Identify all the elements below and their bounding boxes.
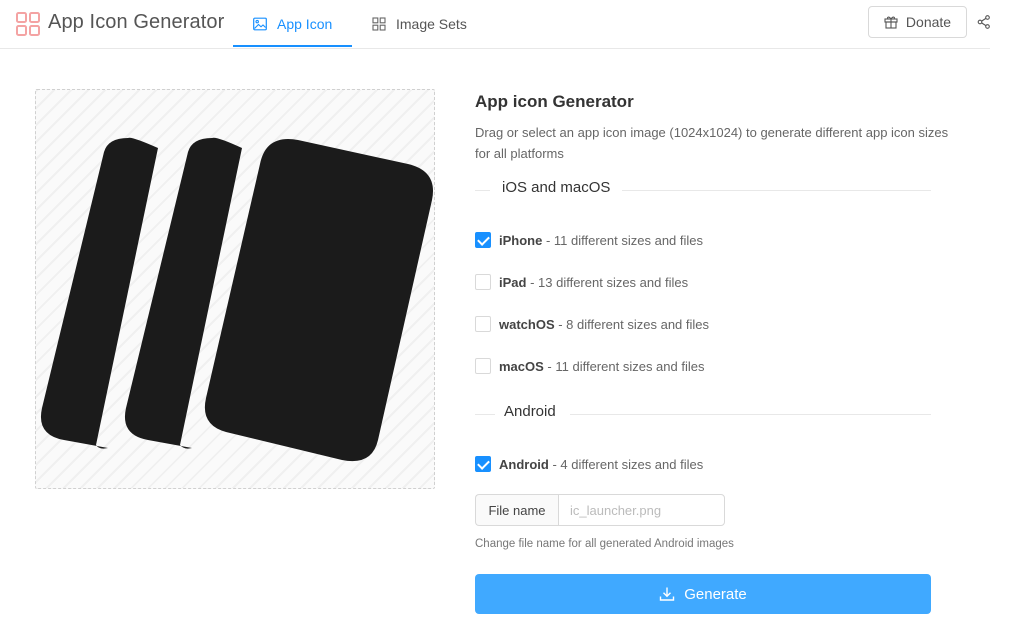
icon-dropzone[interactable] xyxy=(35,89,435,489)
logo-icon xyxy=(16,12,40,36)
option-ipad-text: iPad - 13 different sizes and files xyxy=(499,275,688,290)
option-watchos-text: watchOS - 8 different sizes and files xyxy=(499,317,709,332)
donate-label: Donate xyxy=(905,14,952,30)
tab-app-icon-label: App Icon xyxy=(277,16,333,32)
file-name-help: Change file name for all generated Andro… xyxy=(475,538,734,550)
header-divider xyxy=(0,48,990,49)
donate-button[interactable]: Donate xyxy=(868,6,967,38)
android-checkbox[interactable] xyxy=(475,456,491,472)
option-android-name: Android xyxy=(499,456,549,472)
option-iphone-name: iPhone xyxy=(499,232,543,248)
ios-section-label: iOS and macOS xyxy=(502,179,611,196)
file-name-input[interactable] xyxy=(558,494,725,526)
app-logo xyxy=(16,12,40,36)
option-android-text: Android - 4 different sizes and files xyxy=(499,457,703,472)
divider-line-right xyxy=(570,414,931,415)
tab-image-sets[interactable]: Image Sets xyxy=(372,0,467,48)
option-macos-text: macOS - 11 different sizes and files xyxy=(499,359,704,374)
option-watchos-name: watchOS xyxy=(499,316,555,332)
watchos-checkbox[interactable] xyxy=(475,316,491,332)
option-macos-name: macOS xyxy=(499,358,544,374)
panel-description: Drag or select an app icon image (1024x1… xyxy=(475,125,949,161)
option-macos[interactable]: macOS - 11 different sizes and files xyxy=(475,356,704,376)
divider-line-left xyxy=(475,190,490,191)
divider-line-right xyxy=(622,190,931,191)
gift-icon xyxy=(884,16,898,29)
divider-line-left xyxy=(475,414,495,415)
option-ipad[interactable]: iPad - 13 different sizes and files xyxy=(475,272,688,292)
option-iphone[interactable]: iPhone - 11 different sizes and files xyxy=(475,230,703,250)
option-iphone-text: iPhone - 11 different sizes and files xyxy=(499,233,703,248)
option-android-detail: - 4 different sizes and files xyxy=(548,456,704,472)
iphone-checkbox[interactable] xyxy=(475,232,491,248)
option-ipad-name: iPad xyxy=(499,274,527,290)
option-watchos-detail: - 8 different sizes and files xyxy=(554,316,710,332)
generate-button[interactable]: Generate xyxy=(475,574,931,614)
ipad-checkbox[interactable] xyxy=(475,274,491,290)
tab-app-icon[interactable]: App Icon xyxy=(253,0,332,48)
android-section-divider: Android xyxy=(475,403,931,425)
file-name-label: File name xyxy=(475,494,558,526)
option-macos-detail: - 11 different sizes and files xyxy=(543,358,705,374)
image-icon xyxy=(253,17,267,31)
file-name-group: File name xyxy=(475,494,725,526)
active-tab-indicator xyxy=(233,45,352,47)
app-header: App Icon Generator App Icon Image Sets D… xyxy=(0,0,1010,49)
generate-label: Generate xyxy=(684,585,747,603)
grid-icon xyxy=(372,17,386,31)
tab-image-sets-label: Image Sets xyxy=(396,16,467,32)
app-icon-preview xyxy=(40,137,433,462)
option-watchos[interactable]: watchOS - 8 different sizes and files xyxy=(475,314,709,334)
download-icon xyxy=(660,587,675,601)
share-icon[interactable] xyxy=(977,15,991,29)
macos-checkbox[interactable] xyxy=(475,358,491,374)
panel-title: App icon Generator xyxy=(475,92,634,111)
option-android[interactable]: Android - 4 different sizes and files xyxy=(475,454,703,474)
option-iphone-detail: - 11 different sizes and files xyxy=(542,232,704,248)
android-section-label: Android xyxy=(504,403,556,420)
ios-section-divider: iOS and macOS xyxy=(475,179,931,201)
app-title: App Icon Generator xyxy=(48,11,225,33)
option-ipad-detail: - 13 different sizes and files xyxy=(526,274,689,290)
